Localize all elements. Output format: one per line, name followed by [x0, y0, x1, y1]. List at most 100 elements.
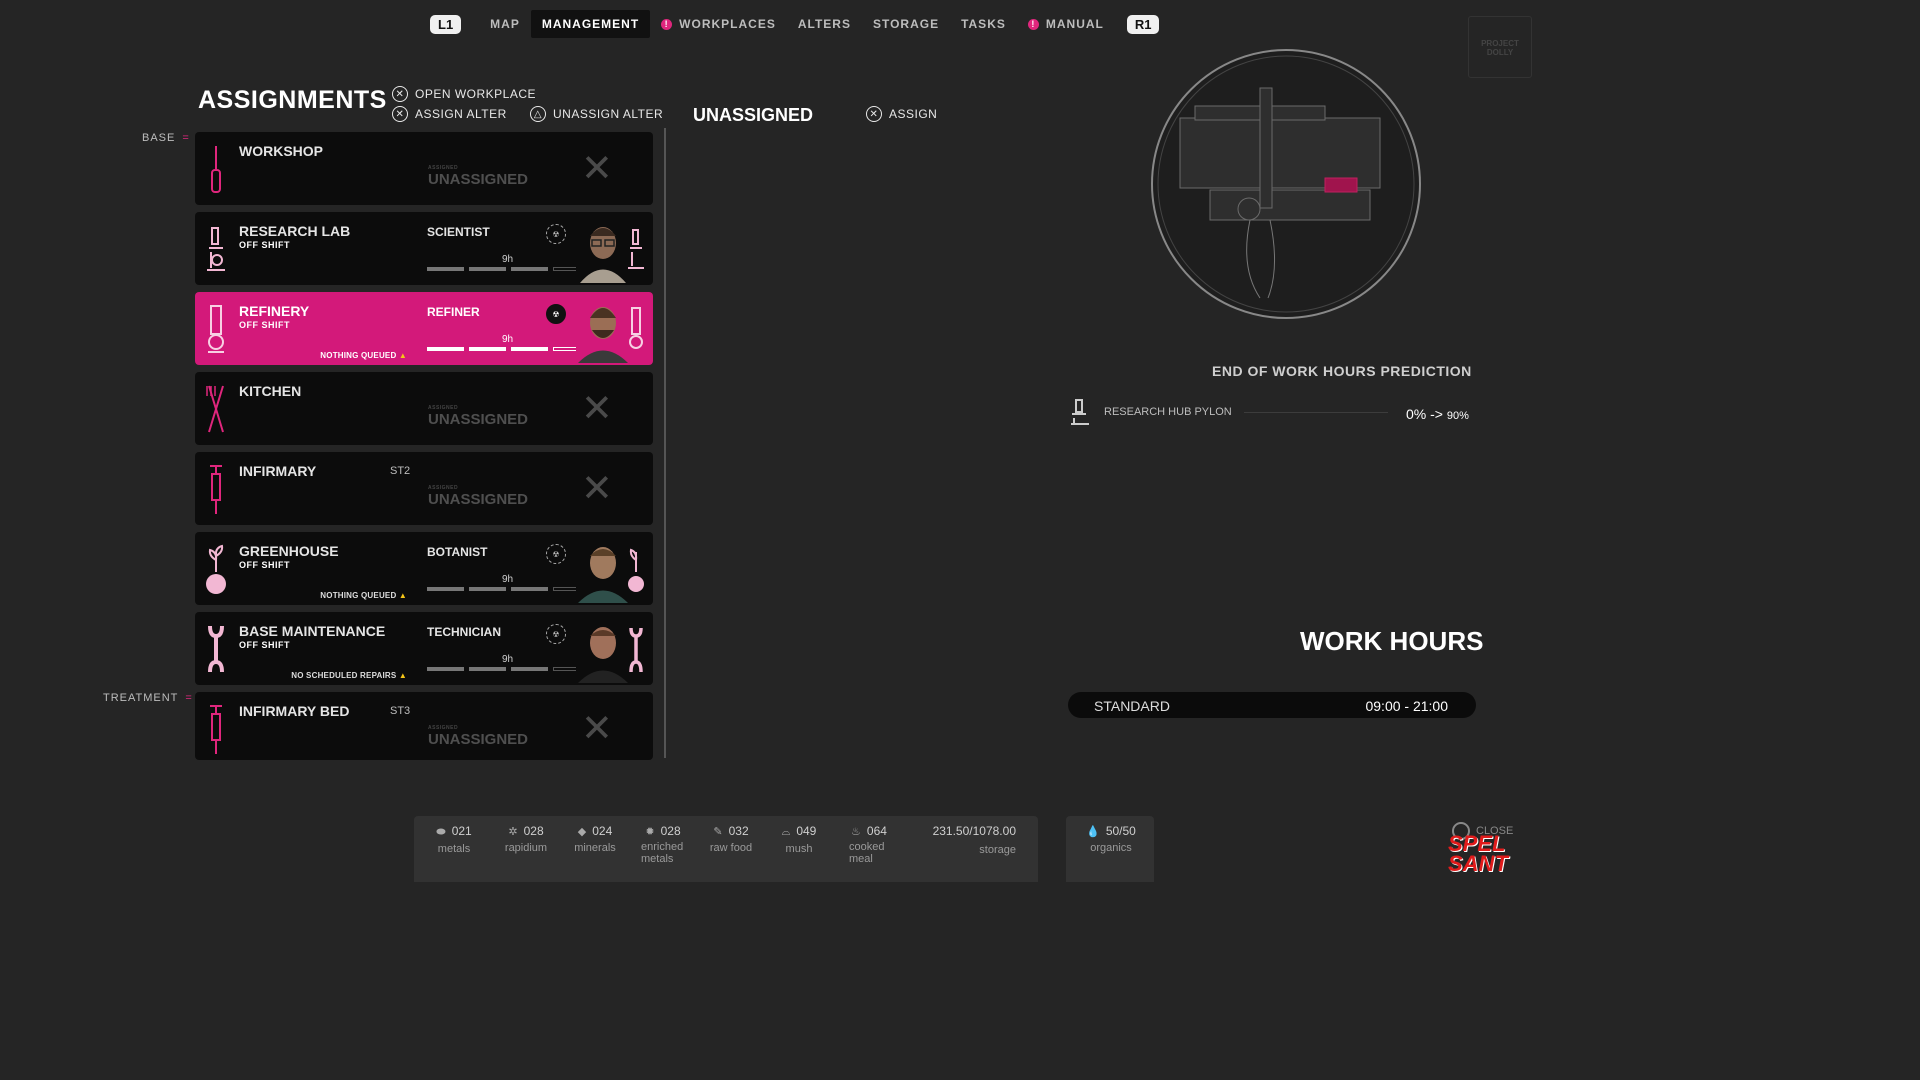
tab-map[interactable]: MAP — [479, 10, 531, 38]
r1-button[interactable]: R1 — [1126, 14, 1160, 34]
tab-label: ALTERS — [797, 17, 851, 31]
resource-bar: ⬬ 021 metals ✲ 028 rapidium ◆ 024 minerals ✹ 02… — [414, 816, 1038, 882]
tab-storage[interactable]: STORAGE — [862, 10, 950, 38]
resource-storage: 231.50/1078.00 storage — [932, 824, 1016, 856]
wrench-icon — [208, 625, 224, 673]
syringe-icon — [210, 705, 222, 754]
prediction-bar — [1244, 412, 1388, 413]
plant-icon — [206, 544, 226, 594]
workplace-card-infirmary[interactable]: INFIRMARY ST2 ASSIGNED UNASSIGNED ✕ — [195, 452, 653, 525]
base-minimap[interactable] — [1150, 48, 1422, 320]
microscope-icon — [628, 229, 644, 269]
minerals-icon: ◆ — [577, 826, 587, 838]
alter-portrait-avatar[interactable] — [576, 536, 630, 603]
cross-button-icon: ✕ — [866, 106, 882, 122]
workplace-card-base-maintenance[interactable]: BASE MAINTENANCE OFF SHIFT TECHNICIAN ☢ 9… — [195, 612, 653, 685]
workplace-name: WORKSHOP — [239, 143, 323, 159]
warning-icon: ▲ — [398, 351, 407, 360]
shift-status: OFF SHIFT — [239, 640, 290, 650]
list-scrollbar[interactable] — [664, 128, 666, 758]
resource-enriched-metals: ✹ 028 enriched metals — [641, 824, 684, 865]
assignment-status: ASSIGNED UNASSIGNED — [428, 405, 529, 428]
tab-workplaces[interactable]: ! WORKPLACES — [650, 10, 787, 38]
alter-portrait-avatar[interactable] — [576, 616, 630, 683]
empty-slot-icon: ✕ — [581, 148, 613, 190]
workplace-card-kitchen[interactable]: KITCHEN ASSIGNED UNASSIGNED ✕ — [195, 372, 653, 445]
queue-status: NOTHING QUEUED ▲ — [320, 351, 407, 360]
resource-raw-food: ✎ 032 raw food — [709, 824, 753, 854]
alert-icon: ! — [661, 18, 673, 30]
triangle-button-icon: △ — [530, 106, 546, 122]
shift-status: OFF SHIFT — [239, 240, 290, 250]
workplace-name: BASE MAINTENANCE OFF SHIFT — [239, 624, 409, 652]
schedule-name: STANDARD — [1094, 698, 1170, 714]
alter-portrait-avatar[interactable] — [576, 296, 630, 363]
spelsant-watermark-logo: SPEL SANT — [1448, 831, 1508, 876]
workplace-name: KITCHEN — [239, 383, 302, 399]
tab-label: STORAGE — [872, 17, 940, 31]
section-treatment: TREATMENT = — [103, 692, 193, 704]
empty-slot-icon: ✕ — [581, 708, 613, 750]
workplace-card-research-lab[interactable]: RESEARCH LAB OFF SHIFT SCIENTIST ☢ 9h — [195, 212, 653, 285]
resource-rapidium: ✲ 028 rapidium — [504, 824, 548, 854]
cross-button-icon: ✕ — [392, 106, 408, 122]
queue-status: NOTHING QUEUED ▲ — [320, 591, 407, 600]
top-nav: L1 MAP MANAGEMENT ! WORKPLACES ALTERS STO… — [430, 10, 1160, 38]
radiation-icon: ☢ — [546, 304, 566, 324]
workplace-name: INFIRMARY — [239, 463, 317, 479]
l1-button[interactable]: L1 — [430, 14, 462, 34]
work-hours-label: 9h — [502, 334, 514, 345]
hint-assign-alter: ✕ ASSIGN ALTER — [392, 106, 507, 122]
resource-metals: ⬬ 021 metals — [436, 824, 472, 855]
alter-role: BOTANIST — [427, 545, 488, 559]
tab-manual[interactable]: ! MANUAL — [1017, 10, 1115, 38]
alter-role: TECHNICIAN — [427, 625, 501, 639]
alter-role: REFINER — [427, 305, 480, 319]
workplace-name: INFIRMARY BED — [239, 703, 350, 719]
warning-icon: ▲ — [398, 591, 407, 600]
radiation-icon: ☢ — [546, 624, 566, 644]
shift-status: OFF SHIFT — [239, 320, 290, 330]
resource-mush: ⌓ 049 mush — [781, 824, 817, 855]
research-hub-pylon-icon — [1071, 399, 1089, 425]
workplace-tag: ST3 — [390, 705, 411, 717]
tab-tasks[interactable]: TASKS — [950, 10, 1017, 38]
tab-label: MAP — [490, 17, 520, 31]
workplace-name: REFINERY OFF SHIFT — [239, 304, 409, 332]
alert-icon: ! — [1027, 18, 1039, 30]
work-hours-schedule[interactable]: STANDARD 09:00 - 21:00 — [1068, 692, 1476, 718]
alter-role: SCIENTIST — [427, 225, 490, 239]
hint-assign: ✕ ASSIGN — [866, 106, 937, 122]
warning-icon: ▲ — [398, 671, 407, 680]
mush-icon: ⌓ — [781, 826, 791, 838]
tab-label: MANUAL — [1045, 17, 1104, 31]
empty-slot-icon: ✕ — [581, 468, 613, 510]
enriched-metals-icon: ✹ — [645, 826, 655, 838]
workplace-card-infirmary-bed[interactable]: INFIRMARY BED ST3 ASSIGNED UNASSIGNED ✕ — [195, 692, 653, 760]
workplace-card-refinery[interactable]: REFINERY OFF SHIFT REFINER ☢ 9h NOTHING Q… — [195, 292, 653, 365]
rapidium-icon: ✲ — [508, 826, 518, 838]
tab-management[interactable]: MANAGEMENT — [530, 10, 651, 38]
resource-minerals: ◆ 024 minerals — [574, 824, 616, 854]
page-title: ASSIGNMENTS — [198, 86, 387, 114]
alter-portrait-avatar[interactable] — [576, 216, 630, 283]
utensils-icon — [206, 385, 224, 433]
workplace-card-workshop[interactable]: WORKSHOP ASSIGNED UNASSIGNED ✕ — [195, 132, 653, 205]
shift-progress — [427, 347, 592, 351]
prediction-item-label: RESEARCH HUB PYLON — [1104, 406, 1232, 418]
workplace-name: RESEARCH LAB OFF SHIFT — [239, 224, 409, 252]
work-hours-label: 9h — [502, 574, 514, 585]
shift-progress — [427, 667, 592, 671]
prediction-title: END OF WORK HOURS PREDICTION — [1212, 363, 1472, 379]
queue-status: NO SCHEDULED REPAIRS ▲ — [291, 671, 407, 680]
microscope-icon — [207, 227, 225, 271]
assignment-status: ASSIGNED UNASSIGNED — [428, 725, 529, 748]
shift-progress — [427, 587, 592, 591]
resource-cooked-meal: ♨ 064 cooked meal — [849, 824, 887, 865]
assignment-status: ASSIGNED UNASSIGNED — [428, 485, 529, 508]
tab-alters[interactable]: ALTERS — [787, 10, 862, 38]
assignment-status: ASSIGNED UNASSIGNED — [428, 165, 529, 188]
syringe-icon — [210, 465, 222, 514]
workplace-card-greenhouse[interactable]: GREENHOUSE OFF SHIFT BOTANIST ☢ 9h NOTHIN… — [195, 532, 653, 605]
resource-organics: 💧 50/50 organics — [1086, 824, 1136, 854]
